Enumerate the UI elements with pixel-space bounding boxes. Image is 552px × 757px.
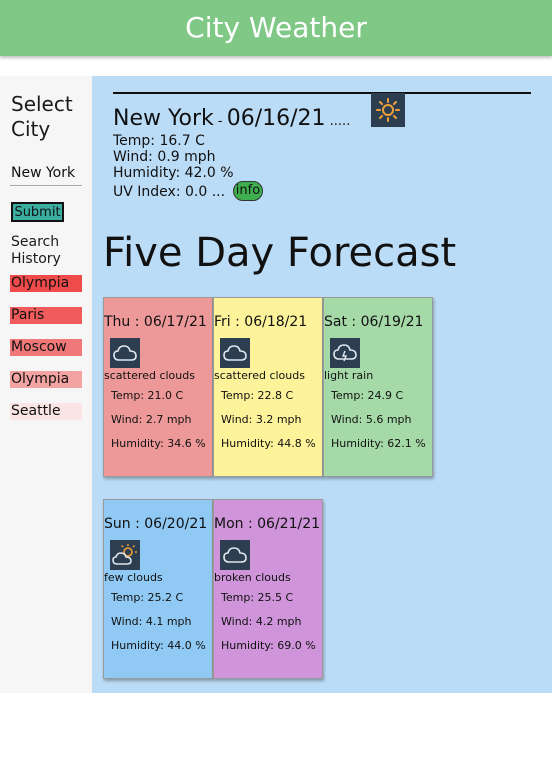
forecast-desc: few clouds	[104, 571, 163, 584]
rain-cloud-icon	[330, 338, 360, 368]
history-item-paris[interactable]: Paris	[10, 307, 82, 324]
history-item-olympia-2[interactable]: Olympia	[10, 371, 82, 388]
current-wind: Wind: 0.9 mph	[113, 149, 216, 165]
sun-icon	[371, 93, 405, 127]
cloud-icon	[220, 540, 250, 570]
forecast-card-mon: Mon : 06/21/21 broken clouds Temp: 25.5 …	[213, 499, 323, 679]
forecast-temp: Temp: 25.5 C	[221, 591, 294, 604]
select-city-title: Select City	[11, 92, 73, 141]
forecast-date: Sat : 06/19/21	[324, 314, 424, 330]
forecast-wind: Wind: 2.7 mph	[111, 413, 192, 426]
forecast-humidity: Humidity: 44.8 %	[221, 437, 316, 450]
forecast-desc: light rain	[324, 369, 374, 382]
app-header: City Weather	[0, 0, 552, 56]
current-city: New York	[113, 106, 214, 131]
forecast-wind: Wind: 5.6 mph	[331, 413, 412, 426]
forecast-date: Thu : 06/17/21	[104, 314, 207, 330]
history-item-moscow[interactable]: Moscow	[10, 339, 82, 356]
cloud-icon	[110, 338, 140, 368]
submit-button[interactable]: Submit	[11, 202, 64, 222]
forecast-temp: Temp: 24.9 C	[331, 389, 404, 402]
forecast-card-sun: Sun : 06/20/21 few clouds Temp: 25.2 C W…	[103, 499, 213, 679]
info-button[interactable]: info	[233, 181, 263, 201]
current-uv: UV Index: 0.0 ...	[113, 184, 226, 200]
forecast-date: Fri : 06/18/21	[214, 314, 308, 330]
forecast-wind: Wind: 4.2 mph	[221, 615, 302, 628]
forecast-temp: Temp: 21.0 C	[111, 389, 184, 402]
city-input[interactable]	[10, 160, 82, 186]
heading-dots: .....	[325, 114, 351, 129]
history-item-seattle[interactable]: Seattle	[10, 403, 82, 420]
forecast-desc: scattered clouds	[214, 369, 305, 382]
forecast-humidity: Humidity: 62.1 %	[331, 437, 426, 450]
forecast-title: Five Day Forecast	[103, 230, 457, 276]
forecast-humidity: Humidity: 44.0 %	[111, 639, 206, 652]
forecast-date: Sun : 06/20/21	[104, 516, 208, 532]
current-humidity: Humidity: 42.0 %	[113, 165, 234, 181]
forecast-date: Mon : 06/21/21	[214, 516, 321, 532]
current-temp: Temp: 16.7 C	[113, 133, 205, 149]
cloud-icon	[220, 338, 250, 368]
forecast-wind: Wind: 4.1 mph	[111, 615, 192, 628]
forecast-temp: Temp: 22.8 C	[221, 389, 294, 402]
current-date: 06/16/21	[226, 106, 326, 131]
forecast-wind: Wind: 3.2 mph	[221, 413, 302, 426]
forecast-temp: Temp: 25.2 C	[111, 591, 184, 604]
forecast-card-sat: Sat : 06/19/21 light rain Temp: 24.9 C W…	[323, 297, 433, 477]
forecast-desc: scattered clouds	[104, 369, 195, 382]
forecast-desc: broken clouds	[214, 571, 291, 584]
forecast-humidity: Humidity: 34.6 %	[111, 437, 206, 450]
history-item-olympia[interactable]: Olympia	[10, 275, 82, 292]
forecast-card-thu: Thu : 06/17/21 scattered clouds Temp: 21…	[103, 297, 213, 477]
divider	[113, 92, 531, 94]
app-title: City Weather	[185, 11, 367, 44]
forecast-humidity: Humidity: 69.0 %	[221, 639, 316, 652]
forecast-card-fri: Fri : 06/18/21 scattered clouds Temp: 22…	[213, 297, 323, 477]
search-history-title: Search History	[11, 234, 61, 267]
heading-separator: -	[213, 114, 227, 129]
sun-cloud-icon	[110, 540, 140, 570]
